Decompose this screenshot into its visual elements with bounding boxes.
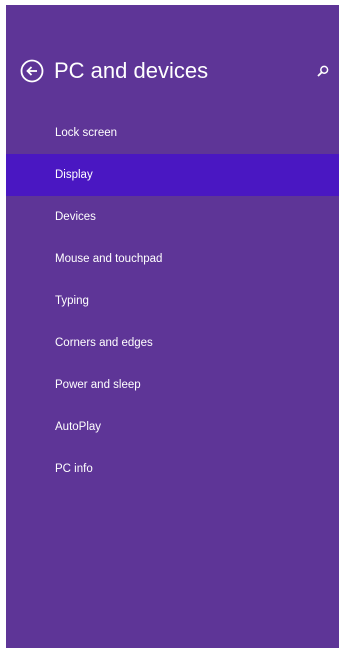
nav-item-typing[interactable]: Typing — [6, 280, 339, 322]
settings-nav-list: Lock screen Display Devices Mouse and to… — [6, 112, 339, 490]
nav-item-corners-and-edges[interactable]: Corners and edges — [6, 322, 339, 364]
back-button[interactable] — [18, 57, 46, 85]
settings-panel: PC and devices Lock screen Display Devic… — [6, 5, 339, 648]
nav-item-lock-screen[interactable]: Lock screen — [6, 112, 339, 154]
nav-item-devices[interactable]: Devices — [6, 196, 339, 238]
nav-item-display[interactable]: Display — [6, 154, 339, 196]
header: PC and devices — [6, 55, 339, 91]
search-icon — [317, 65, 329, 77]
nav-item-pc-info[interactable]: PC info — [6, 448, 339, 490]
nav-item-autoplay[interactable]: AutoPlay — [6, 406, 339, 448]
search-button[interactable] — [313, 61, 333, 81]
nav-item-power-and-sleep[interactable]: Power and sleep — [6, 364, 339, 406]
nav-item-mouse-and-touchpad[interactable]: Mouse and touchpad — [6, 238, 339, 280]
page-title: PC and devices — [54, 58, 209, 83]
back-arrow-circle-icon — [20, 59, 44, 83]
